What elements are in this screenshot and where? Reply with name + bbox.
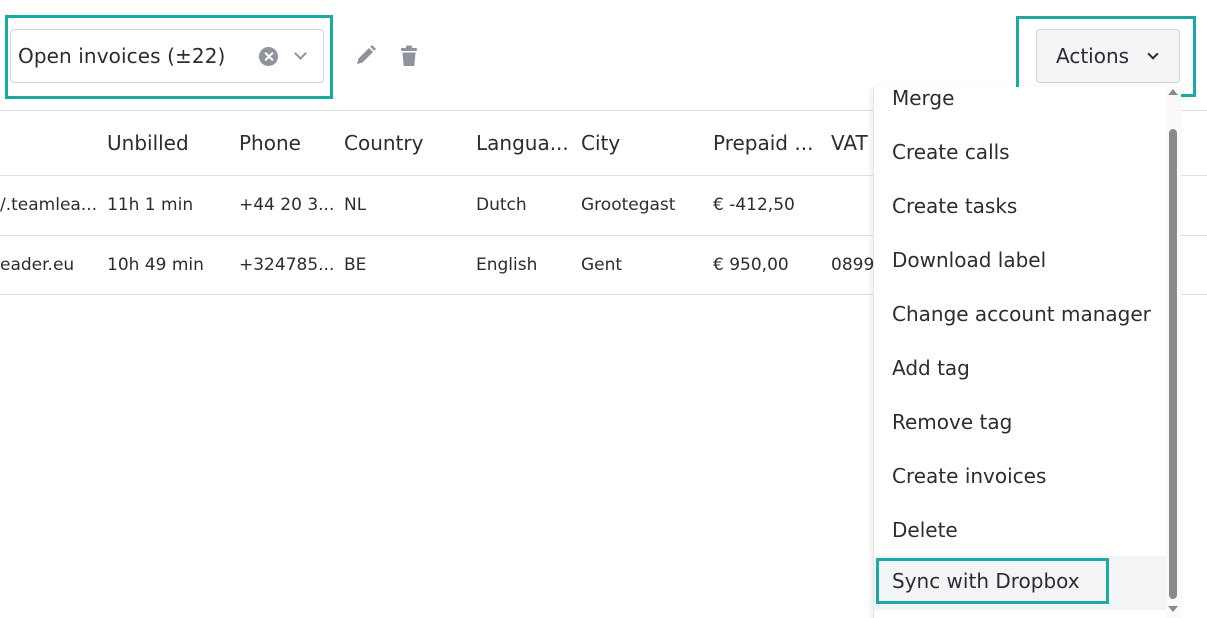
menu-scroll-thumb[interactable]	[1169, 129, 1177, 599]
menu-item-label: Remove tag	[892, 410, 1013, 434]
menu-item-create-invoices[interactable]: Create invoices	[874, 451, 1166, 505]
menu-item-label: Download label	[892, 248, 1047, 272]
cell-country: NL	[344, 195, 367, 215]
menu-item-label: Create invoices	[892, 464, 1047, 488]
scroll-up-arrow-icon[interactable]	[1168, 89, 1178, 95]
menu-item-download-label[interactable]: Download label	[874, 235, 1166, 289]
actions-menu: Merge Create calls Create tasks Download…	[873, 87, 1181, 618]
cell-prepaid: € 950,00	[713, 255, 789, 275]
trash-icon[interactable]	[395, 42, 423, 70]
cell-prepaid: € -412,50	[713, 195, 795, 215]
menu-item-delete[interactable]: Delete	[874, 505, 1166, 559]
menu-item-merge[interactable]: Merge	[874, 87, 1166, 127]
menu-item-add-tag[interactable]: Add tag	[874, 343, 1166, 397]
cell-language: Dutch	[476, 195, 527, 215]
column-header[interactable]: City	[581, 131, 620, 155]
cell-website: eader.eu	[0, 255, 75, 275]
menu-item-create-tasks[interactable]: Create tasks	[874, 181, 1166, 235]
menu-item-label: Create calls	[892, 140, 1010, 164]
menu-item-label: Change account manager	[892, 302, 1151, 326]
actions-highlight	[1016, 16, 1196, 97]
cell-city: Gent	[581, 255, 623, 275]
menu-item-label: Create tasks	[892, 194, 1018, 218]
column-header[interactable]: Prepaid ...	[713, 131, 813, 155]
cell-country: BE	[344, 255, 367, 275]
cell-language: English	[476, 255, 538, 275]
menu-item-label: Add tag	[892, 356, 970, 380]
cell-unbilled: 10h 49 min	[107, 255, 204, 275]
pencil-icon[interactable]	[351, 42, 379, 70]
column-header[interactable]: Unbilled	[107, 131, 189, 155]
menu-item-remove-tag[interactable]: Remove tag	[874, 397, 1166, 451]
cell-vat: 0899	[831, 255, 875, 275]
sync-dropbox-highlight	[876, 558, 1109, 604]
cell-city: Grootegast	[581, 195, 676, 215]
column-header[interactable]: VAT	[831, 131, 868, 155]
column-header[interactable]: Country	[344, 131, 423, 155]
menu-item-label: Merge	[892, 87, 955, 110]
menu-item-label: Delete	[892, 518, 958, 542]
column-header[interactable]: Langua...	[476, 131, 569, 155]
menu-item-create-calls[interactable]: Create calls	[874, 127, 1166, 181]
cell-phone: +44 20 3...	[239, 195, 335, 215]
cell-phone: +324785...	[239, 255, 335, 275]
cell-unbilled: 11h 1 min	[107, 195, 194, 215]
cell-website: /.teamlea...	[0, 195, 98, 215]
view-select-highlight	[5, 15, 333, 99]
menu-item-change-account-manager[interactable]: Change account manager	[874, 289, 1166, 343]
scroll-down-arrow-icon[interactable]	[1168, 606, 1178, 612]
column-header[interactable]: Phone	[239, 131, 301, 155]
